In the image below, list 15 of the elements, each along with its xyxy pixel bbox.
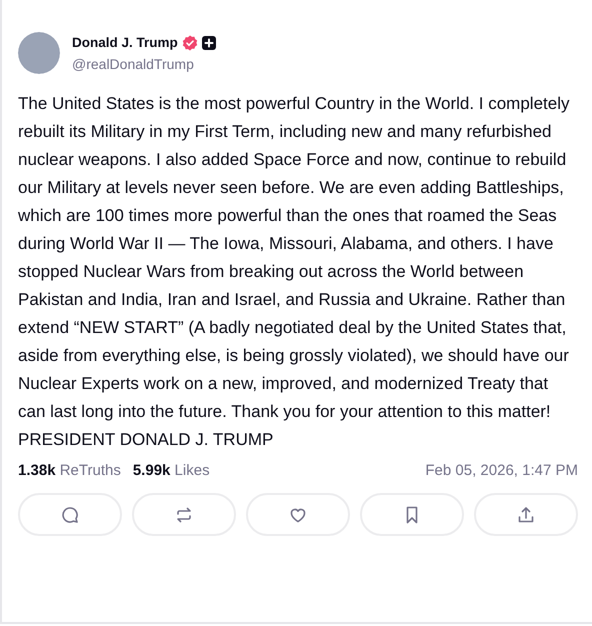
upload-icon (516, 504, 536, 524)
share-button[interactable] (474, 493, 578, 536)
timestamp: Feb 05, 2026, 1:47 PM (425, 462, 578, 479)
stat-count[interactable]: 5.99k Likes (132, 462, 210, 479)
like-button[interactable] (246, 493, 350, 536)
stat-count[interactable]: 1.38k ReTruths (18, 462, 121, 479)
repeat-arrows-icon (174, 504, 194, 524)
comment-button[interactable] (18, 493, 122, 536)
author-name[interactable]: Donald J. Trump (72, 35, 178, 50)
post-text: The United States is the most powerful Country in the World. I completely rebuilt its Military in my First Term, including new and many refurbished nuclear weapons. I also added Space Force and now, continue to rebuild our Military at levels never seen before. We are even adding Battleships, which are 100 times more powerful than the ones that roamed the Seas during World War II — The Iowa, Missouri, Alabama, and others. I have stopped Nuclear Wars from breaking out across the World between Pakistan and India, Iran and Israel, and Russia and Ukraine. Rather than extend “NEW START” (A badly negotiated deal by the United States that, aside from everything else, is being grossly violated), we should have our Nuclear Experts work on a new, improved, and modernized Treaty that can last long into the future. Thank you for your attention to this matter! PRESIDENT DONALD J. TRUMP (18, 93, 570, 451)
repost-button[interactable] (132, 493, 236, 536)
avatar[interactable] (18, 32, 60, 74)
author-handle[interactable]: @realDonaldTrump (72, 56, 216, 72)
bookmark-button[interactable] (360, 493, 464, 536)
speech-bubble-icon (60, 504, 80, 524)
